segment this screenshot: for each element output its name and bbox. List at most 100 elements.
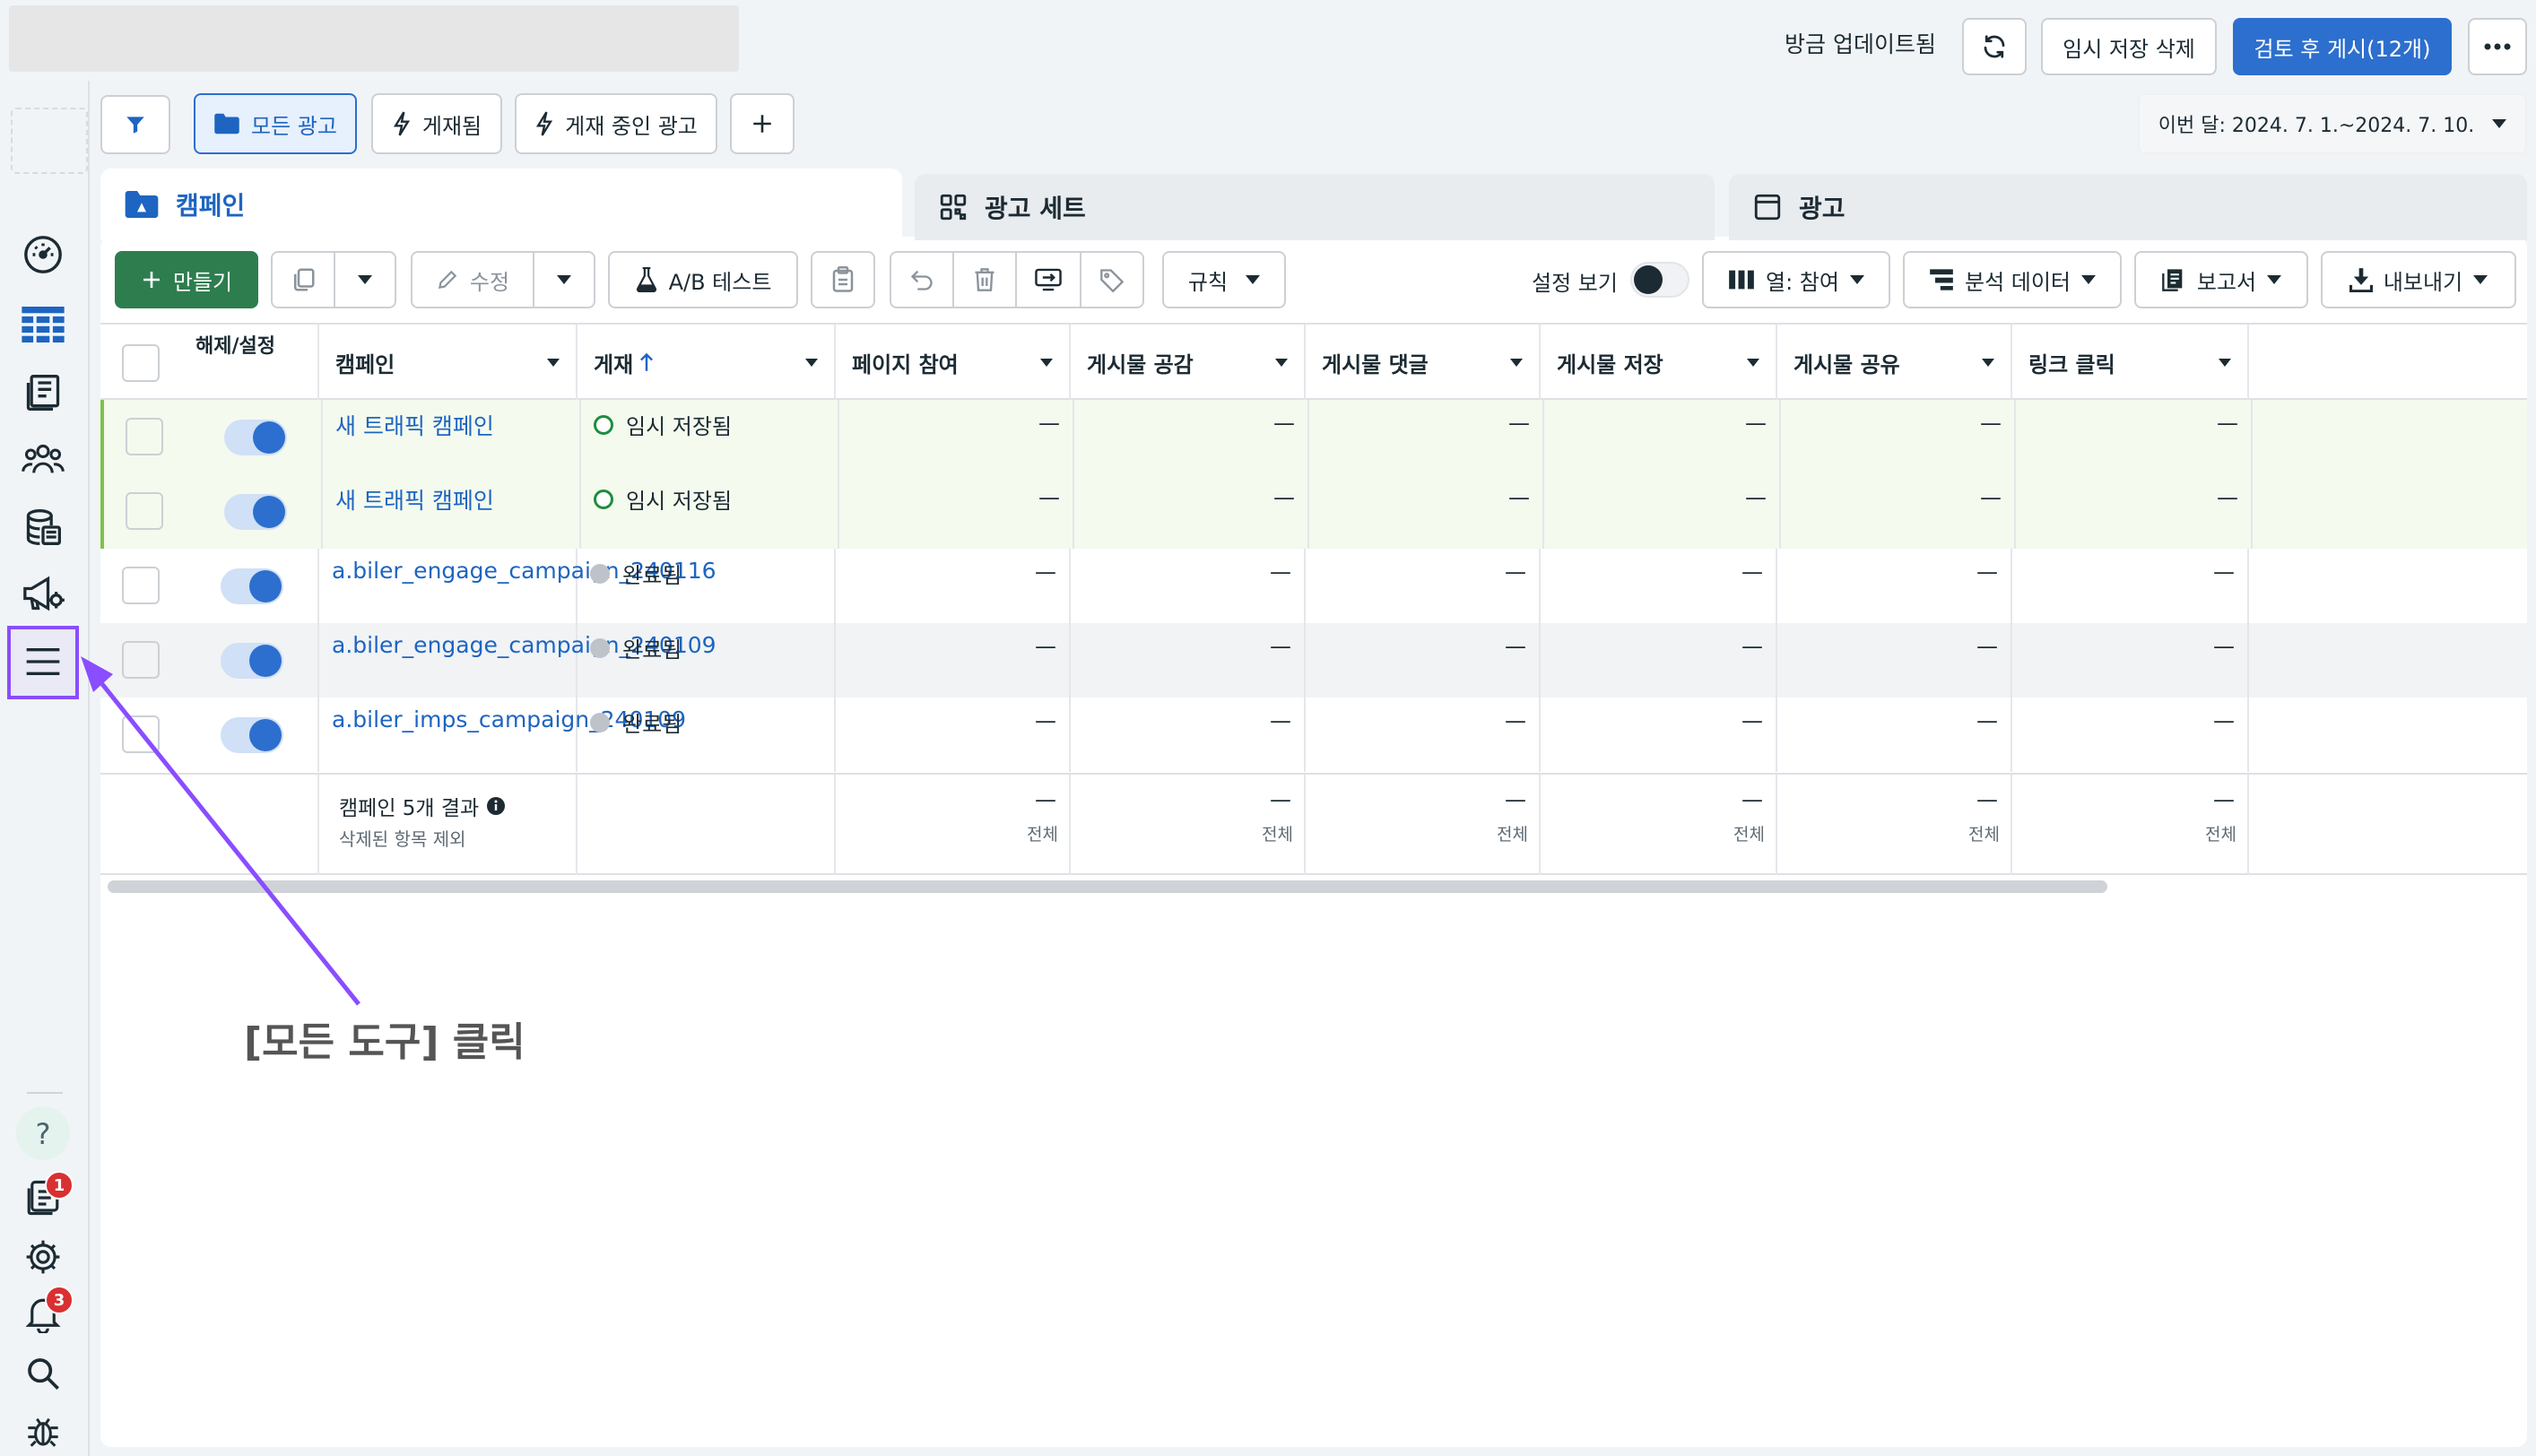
metric-value: —: [1035, 708, 1056, 733]
select-all-checkbox[interactable]: [122, 344, 160, 382]
all-ads-filter[interactable]: 모든 광고: [194, 93, 357, 154]
published-filter[interactable]: 게재됨: [371, 93, 502, 154]
metric-cell: —: [1306, 549, 1541, 623]
metric-cell: —: [1071, 549, 1306, 623]
ads-manager-nav[interactable]: [18, 299, 68, 350]
tag-button[interactable]: [1080, 251, 1144, 308]
delete-draft-button[interactable]: 임시 저장 삭제: [2041, 18, 2217, 75]
duplicate-dropdown[interactable]: [334, 251, 396, 308]
table-row[interactable]: a.biler_imps_campaign_240109 완료됨 — — — — — —: [100, 698, 2527, 772]
help-nav[interactable]: ?: [16, 1106, 70, 1160]
notifications-nav[interactable]: 3: [18, 1286, 74, 1339]
row-checkbox[interactable]: [122, 567, 160, 604]
campaign-name-link[interactable]: 새 트래픽 캠페인: [335, 409, 494, 441]
metric-cell: —: [836, 549, 1071, 623]
billing-nav[interactable]: [18, 502, 68, 552]
active-ads-filter[interactable]: 게재 중인 광고: [515, 93, 717, 154]
refresh-button[interactable]: [1962, 18, 2027, 75]
campaign-toggle[interactable]: [224, 420, 287, 455]
add-filter-button[interactable]: [730, 93, 795, 154]
metric-value: —: [1508, 411, 1530, 436]
metric-value: —: [1976, 708, 1998, 733]
campaign-name-cell: a.biler_engage_campaign_240116: [319, 549, 717, 623]
header-campaign[interactable]: 캠페인: [319, 325, 578, 400]
reports-dropdown[interactable]: 보고서: [2134, 251, 2308, 308]
completed-status-icon: [590, 637, 610, 658]
table-row[interactable]: a.biler_engage_campaign_240116 완료됨 — — — — — —: [100, 549, 2527, 623]
delivery-status: 완료됨: [590, 632, 682, 663]
date-range-picker[interactable]: 이번 달: 2024. 7. 1.~2024. 7. 10.: [2138, 93, 2527, 154]
edit-dropdown[interactable]: [533, 251, 595, 308]
summary-total-label: 전체: [1968, 825, 2000, 845]
ad-window-icon: [1752, 192, 1783, 222]
summary-delivery-cell: [578, 775, 836, 875]
table-row[interactable]: 새 트래픽 캠페인 임시 저장됨 — — — — — —: [100, 474, 2527, 549]
summary-metric-cell: — 전체: [1777, 775, 2012, 875]
header-post-reactions[interactable]: 게시물 공감: [1071, 325, 1306, 400]
duplicate-icon: [290, 266, 317, 293]
undo-button[interactable]: [890, 251, 954, 308]
delivery-status: 임시 저장됨: [594, 483, 732, 515]
delivery-status: 완료됨: [590, 558, 682, 589]
clipboard-button[interactable]: [811, 251, 875, 308]
metric-value: —: [1980, 485, 2002, 510]
table-row[interactable]: a.biler_engage_campaign_240109 완료됨 — — — — — —: [100, 623, 2527, 698]
export-dropdown[interactable]: 내보내기: [2321, 251, 2516, 308]
rules-dropdown[interactable]: 규칙: [1162, 251, 1286, 308]
table-row[interactable]: 새 트래픽 캠페인 임시 저장됨 — — — — — —: [100, 400, 2527, 474]
campaign-toggle[interactable]: [221, 568, 283, 604]
metric-value: —: [1741, 634, 1763, 659]
tab-campaign[interactable]: 캠페인: [100, 169, 902, 240]
edit-button[interactable]: 수정: [411, 251, 534, 308]
audiences-nav[interactable]: [18, 434, 68, 484]
grid-icon: [938, 192, 968, 222]
horizontal-scrollbar[interactable]: [108, 880, 2107, 893]
metric-value: —: [1505, 634, 1526, 659]
delete-button[interactable]: [952, 251, 1017, 308]
flask-icon: [635, 267, 658, 292]
info-icon[interactable]: [486, 796, 506, 816]
preview-button[interactable]: [1015, 251, 1081, 308]
search-nav[interactable]: [18, 1348, 68, 1399]
chevron-down-icon: [1849, 275, 1864, 284]
columns-dropdown[interactable]: 열: 참여: [1702, 251, 1890, 308]
campaigns-nav[interactable]: [18, 568, 68, 619]
header-delivery[interactable]: 게재: [578, 325, 836, 400]
review-publish-button[interactable]: 검토 후 게시(12개): [2233, 18, 2452, 75]
report-bug-nav[interactable]: [18, 1406, 68, 1456]
more-options-button[interactable]: [2468, 18, 2527, 75]
chevron-down-icon: [2492, 119, 2507, 128]
campaign-name-link[interactable]: 새 트래픽 캠페인: [335, 483, 494, 516]
row-checkbox[interactable]: [126, 492, 163, 530]
campaign-toggle[interactable]: [224, 494, 287, 530]
header-post-shares[interactable]: 게시물 공유: [1777, 325, 2012, 400]
table-header: 해제/설정 캠페인 게재 페이지 참여 게시물 공감 게시물 댓글 게시물 저장…: [100, 323, 2527, 400]
header-link-clicks[interactable]: 링크 클릭: [2012, 325, 2249, 400]
tab-adset[interactable]: 광고 세트: [915, 174, 1715, 240]
ads-news-nav[interactable]: 1: [18, 1171, 74, 1223]
summary-value: —: [1741, 787, 1763, 812]
header-page-engagement[interactable]: 페이지 참여: [836, 325, 1071, 400]
ab-test-button[interactable]: A/B 테스트: [608, 251, 798, 308]
create-button[interactable]: 만들기: [115, 251, 258, 308]
database-stack-icon: [23, 507, 63, 547]
sort-caret-icon: [1747, 359, 1759, 367]
columns-icon: [1728, 269, 1755, 290]
view-settings-toggle[interactable]: [1630, 262, 1689, 298]
metric-value: —: [1270, 634, 1291, 659]
breakdown-dropdown[interactable]: 분석 데이터: [1903, 251, 2122, 308]
metric-cell: —: [1306, 698, 1541, 772]
draft-status-icon: [594, 414, 613, 435]
metric-value: —: [2213, 708, 2235, 733]
settings-nav[interactable]: [18, 1232, 68, 1282]
tab-ad[interactable]: 광고: [1729, 174, 2527, 240]
header-post-comments[interactable]: 게시물 댓글: [1306, 325, 1541, 400]
dashboard-nav[interactable]: [18, 230, 68, 280]
report-icon: [2161, 267, 2186, 292]
duplicate-button[interactable]: [271, 251, 335, 308]
row-checkbox[interactable]: [126, 418, 163, 455]
header-post-saves[interactable]: 게시물 저장: [1541, 325, 1777, 400]
sort-caret-icon: [1510, 359, 1523, 367]
pages-nav[interactable]: [18, 368, 68, 418]
filter-button[interactable]: [100, 95, 170, 154]
